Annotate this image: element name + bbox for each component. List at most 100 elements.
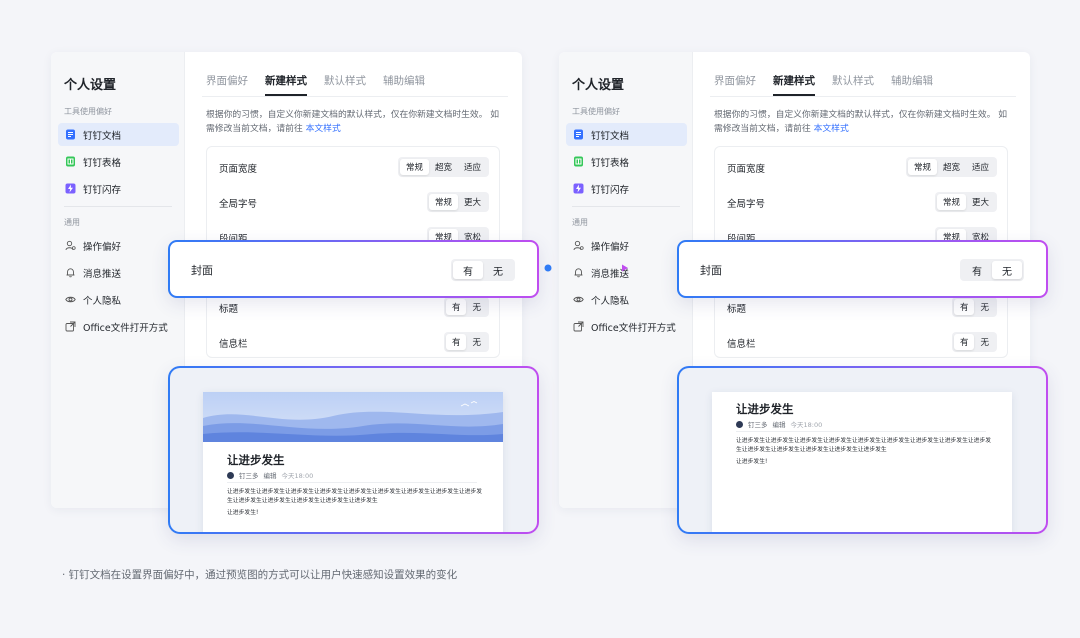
sidebar-item-dingtalk-doc[interactable]: 钉钉文档 bbox=[566, 123, 687, 146]
this-doc-style-link[interactable]: 本文样式 bbox=[814, 124, 849, 134]
font-size-option-normal[interactable]: 常规 bbox=[428, 194, 458, 210]
preview-doc-body-end: 让进步发生! bbox=[736, 459, 768, 465]
user-preference-icon bbox=[65, 240, 76, 251]
font-size-segmented: 常规 更大 bbox=[426, 192, 489, 212]
page-width-option-normal[interactable]: 常规 bbox=[399, 159, 429, 175]
heading-option-no[interactable]: 无 bbox=[974, 299, 995, 315]
sidebar-item-label: Office文件打开方式 bbox=[591, 322, 676, 334]
page-width-option-wide[interactable]: 超宽 bbox=[937, 159, 966, 175]
font-size-option-larger[interactable]: 更大 bbox=[458, 194, 487, 210]
sidebar-item-dingtalk-doc[interactable]: 钉钉文档 bbox=[58, 123, 179, 146]
cover-segmented: 有 无 bbox=[451, 259, 515, 281]
cover-option-yes[interactable]: 有 bbox=[453, 261, 483, 279]
infobar-label: 信息栏 bbox=[727, 339, 756, 350]
sidebar-group-tools: 工具使用偏好 bbox=[572, 107, 620, 116]
doc-icon bbox=[65, 129, 76, 140]
sidebar-item-privacy[interactable]: 个人隐私 bbox=[58, 288, 179, 311]
preview-time: 今天18:00 bbox=[790, 421, 823, 429]
sidebar-item-office-open-mode[interactable]: Office文件打开方式 bbox=[58, 315, 179, 338]
heading-segmented: 有 无 bbox=[951, 297, 997, 317]
font-size-option-normal[interactable]: 常规 bbox=[936, 194, 966, 210]
tab-divider bbox=[202, 96, 508, 97]
sidebar-group-tools: 工具使用偏好 bbox=[64, 107, 112, 116]
sidebar-group-general: 通用 bbox=[64, 218, 80, 227]
author-avatar bbox=[227, 471, 234, 479]
sidebar-item-dingtalk-flash[interactable]: 钉钉闪存 bbox=[58, 177, 179, 200]
sidebar-item-label: 钉钉表格 bbox=[591, 157, 630, 169]
cover-option-no[interactable]: 无 bbox=[992, 261, 1022, 279]
sidebar-group-general: 通用 bbox=[572, 218, 588, 227]
page-width-option-fit[interactable]: 适应 bbox=[966, 159, 995, 175]
sheet-icon bbox=[573, 156, 584, 167]
font-size-label: 全局字号 bbox=[219, 199, 258, 210]
preview-divider bbox=[736, 431, 986, 432]
infobar-option-no[interactable]: 无 bbox=[974, 334, 995, 350]
sidebar-item-label: 操作偏好 bbox=[591, 241, 630, 253]
cover-option-no[interactable]: 无 bbox=[483, 261, 513, 279]
sidebar-item-label: 钉钉表格 bbox=[83, 157, 122, 169]
sidebar-title: 个人设置 bbox=[64, 78, 117, 93]
cover-label: 封面 bbox=[700, 264, 722, 277]
preview-doc-meta: 钉三多 编辑 今天18:00 bbox=[736, 419, 822, 429]
settings-tabs: 界面偏好 新建样式 默认样式 辅助编辑 bbox=[206, 73, 425, 96]
page-width-label: 页面宽度 bbox=[219, 164, 258, 175]
sidebar-item-message-push[interactable]: 消息推送 bbox=[58, 261, 179, 284]
sidebar-item-label: 消息推送 bbox=[83, 268, 122, 280]
preview-time: 今天18:00 bbox=[281, 472, 314, 480]
sidebar-item-operation-preference[interactable]: 操作偏好 bbox=[566, 234, 687, 257]
page-width-option-normal[interactable]: 常规 bbox=[907, 159, 937, 175]
style-description: 根据你的习惯，自定义你新建文档的默认样式，仅在你新建文档时生效。 如需修改当前文… bbox=[714, 110, 1008, 134]
sidebar-item-privacy[interactable]: 个人隐私 bbox=[566, 288, 687, 311]
sidebar: 个人设置 工具使用偏好 钉钉文档 钉钉表格 钉钉闪存 通用 操作偏好 消息推送 … bbox=[559, 52, 693, 508]
cover-setting-highlight-after: 封面 有 无 bbox=[677, 240, 1048, 298]
document-preview-with-cover: 让进步发生 钉三多 编辑 今天18:00 让进步发生让进步发生让进步发生让进步发… bbox=[168, 366, 539, 534]
sidebar-item-label: 操作偏好 bbox=[83, 241, 122, 253]
font-size-option-larger[interactable]: 更大 bbox=[966, 194, 995, 210]
preview-doc-title: 让进步发生 bbox=[227, 453, 285, 467]
style-description: 根据你的习惯，自定义你新建文档的默认样式，仅在你新建文档时生效。 如需修改当前文… bbox=[206, 110, 500, 134]
tab-interface-preference[interactable]: 界面偏好 bbox=[714, 73, 756, 96]
heading-option-yes[interactable]: 有 bbox=[445, 299, 467, 315]
page-width-option-wide[interactable]: 超宽 bbox=[429, 159, 458, 175]
page-width-option-fit[interactable]: 适应 bbox=[458, 159, 487, 175]
sheet-icon bbox=[65, 156, 76, 167]
infobar-option-yes[interactable]: 有 bbox=[445, 334, 467, 350]
tab-new-style[interactable]: 新建样式 bbox=[265, 73, 307, 96]
sidebar-item-label: 钉钉闪存 bbox=[591, 184, 630, 196]
cover-option-yes[interactable]: 有 bbox=[962, 261, 992, 279]
this-doc-style-link[interactable]: 本文样式 bbox=[306, 124, 341, 134]
infobar-option-no[interactable]: 无 bbox=[466, 334, 487, 350]
sidebar-item-dingtalk-sheet[interactable]: 钉钉表格 bbox=[566, 150, 687, 173]
sidebar-item-label: 个人隐私 bbox=[83, 295, 122, 307]
sidebar-item-dingtalk-flash[interactable]: 钉钉闪存 bbox=[566, 177, 687, 200]
sidebar-item-label: 钉钉文档 bbox=[83, 130, 122, 142]
doc-icon bbox=[573, 129, 584, 140]
cover-setting-highlight-before: 封面 有 无 bbox=[168, 240, 539, 298]
sidebar-title: 个人设置 bbox=[572, 78, 625, 93]
sidebar-item-operation-preference[interactable]: 操作偏好 bbox=[58, 234, 179, 257]
tab-assist-editing[interactable]: 辅助编辑 bbox=[891, 73, 933, 96]
infobar-segmented: 有 无 bbox=[951, 332, 997, 352]
document-preview-page: 让进步发生 钉三多 编辑 今天18:00 让进步发生让进步发生让进步发生让进步发… bbox=[203, 392, 503, 532]
flash-icon bbox=[573, 183, 584, 194]
tab-default-style[interactable]: 默认样式 bbox=[324, 73, 366, 96]
font-size-segmented: 常规 更大 bbox=[934, 192, 997, 212]
heading-option-yes[interactable]: 有 bbox=[953, 299, 975, 315]
infobar-option-yes[interactable]: 有 bbox=[953, 334, 975, 350]
sidebar-item-label: Office文件打开方式 bbox=[83, 322, 168, 334]
transition-arrow-icon bbox=[544, 264, 628, 272]
footnote: · 钉钉文档在设置界面偏好中，通过预览图的方式可以让用户快速感知设置效果的变化 bbox=[62, 569, 458, 581]
infobar-label: 信息栏 bbox=[219, 339, 248, 350]
tab-default-style[interactable]: 默认样式 bbox=[832, 73, 874, 96]
preview-edit-label: 编辑 bbox=[772, 421, 786, 429]
preview-doc-body: 让进步发生让进步发生让进步发生让进步发生让进步发生让进步发生让进步发生让进步发生… bbox=[227, 489, 483, 504]
tab-new-style[interactable]: 新建样式 bbox=[773, 73, 815, 96]
heading-option-no[interactable]: 无 bbox=[466, 299, 487, 315]
heading-label: 标题 bbox=[219, 304, 239, 315]
sidebar-item-office-open-mode[interactable]: Office文件打开方式 bbox=[566, 315, 687, 338]
tab-interface-preference[interactable]: 界面偏好 bbox=[206, 73, 248, 96]
sidebar-item-dingtalk-sheet[interactable]: 钉钉表格 bbox=[58, 150, 179, 173]
sidebar-item-label: 个人隐私 bbox=[591, 295, 630, 307]
sidebar-divider bbox=[572, 206, 680, 207]
tab-assist-editing[interactable]: 辅助编辑 bbox=[383, 73, 425, 96]
